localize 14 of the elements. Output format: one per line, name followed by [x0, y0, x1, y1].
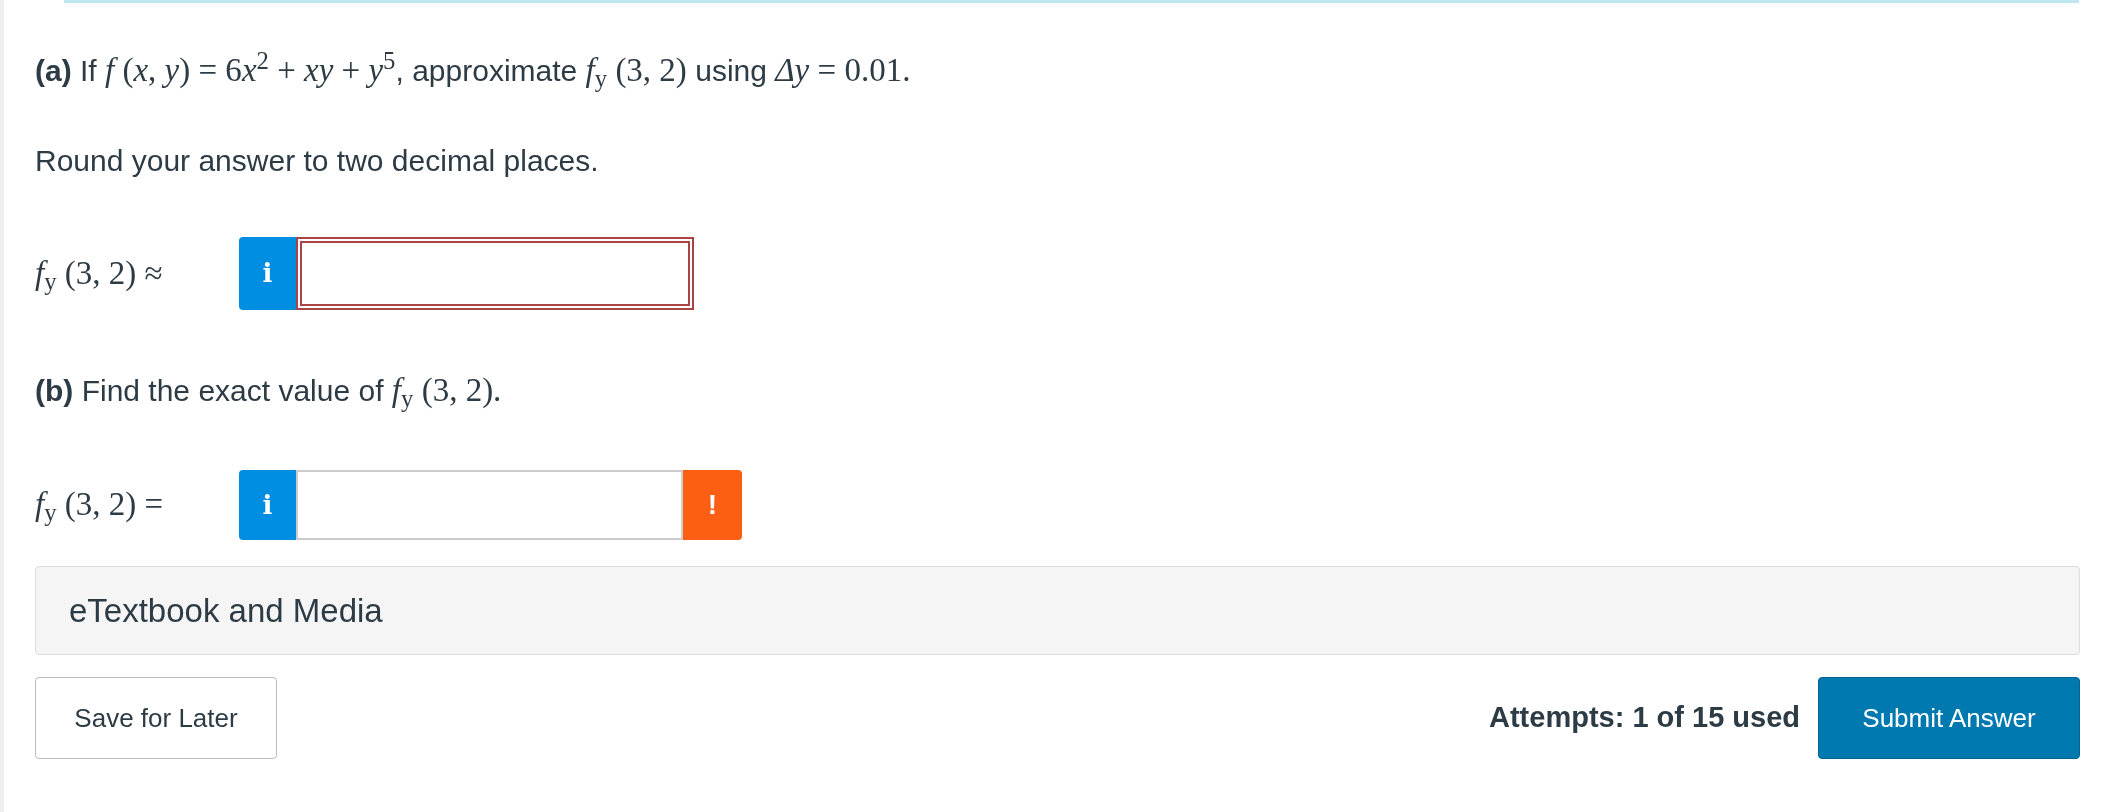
info-button[interactable]: i — [239, 470, 296, 540]
answer-label: f$_{y}$ (3, 2) ≈ — [35, 253, 164, 297]
instruction-text: Round your answer to two decimal places. — [35, 143, 600, 179]
save-button[interactable]: Save for Later — [35, 677, 277, 759]
info-button[interactable]: i — [239, 237, 296, 310]
answer-label: f$_{y}$ (3, 2) = — [35, 485, 165, 529]
question-text: (b) Find the exact value of f$_{y}$ (3, 2). — [35, 371, 503, 415]
question-text: (a) If f (x, y) = 6x$^{2}$ + xy + y$^{5}$, approximate f$_{y}$ (3, 2) using Δy = 0.01. — [35, 45, 912, 95]
answer-field[interactable] — [296, 237, 694, 310]
attempts-counter: Attempts: 1 of 15 used — [1489, 700, 1800, 736]
submit-button[interactable]: Submit Answer — [1818, 677, 2080, 759]
resources-panel[interactable]: eTextbook and Media — [35, 566, 2080, 655]
alert-button[interactable]: ! — [683, 470, 742, 540]
panel-title: eTextbook and Media — [69, 590, 383, 631]
